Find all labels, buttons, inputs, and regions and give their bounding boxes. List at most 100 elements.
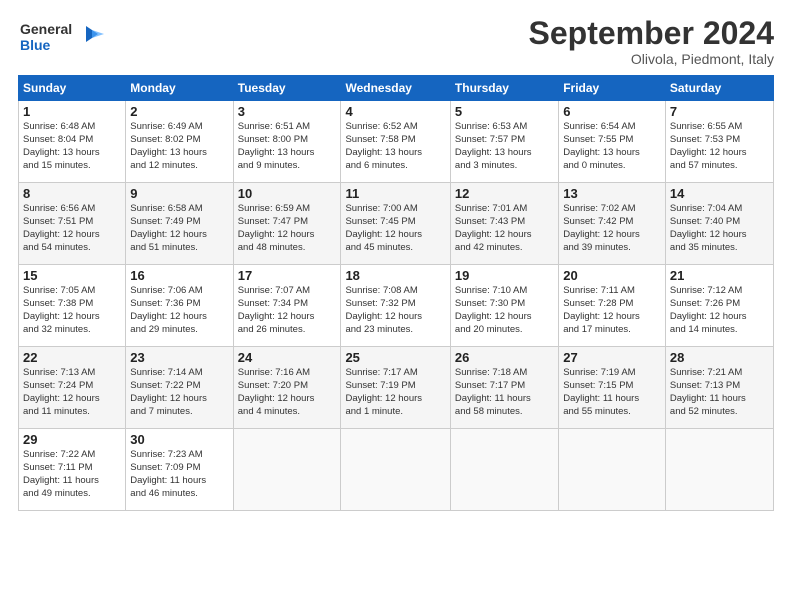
- day-number: 6: [563, 104, 661, 119]
- cell-content: Sunrise: 7:08 AM Sunset: 7:32 PM Dayligh…: [345, 285, 445, 336]
- day-number: 7: [670, 104, 769, 119]
- table-cell: [341, 429, 450, 511]
- table-cell: 1Sunrise: 6:48 AM Sunset: 8:04 PM Daylig…: [19, 101, 126, 183]
- day-number: 29: [23, 432, 121, 447]
- title-block: September 2024 Olivola, Piedmont, Italy: [529, 16, 774, 67]
- cell-content: Sunrise: 6:59 AM Sunset: 7:47 PM Dayligh…: [238, 203, 337, 254]
- table-cell: 4 Sunrise: 6:52 AM Sunset: 7:58 PM Daylig…: [341, 101, 450, 183]
- cell-content: Sunrise: 6:55 AM Sunset: 7:53 PM Dayligh…: [670, 121, 769, 172]
- header-friday: Friday: [559, 76, 666, 101]
- cell-content: Sunrise: 7:06 AM Sunset: 7:36 PM Dayligh…: [130, 285, 228, 336]
- cell-content: Sunrise: 7:22 AM Sunset: 7:11 PM Dayligh…: [23, 449, 121, 500]
- table-cell: 15 Sunrise: 7:05 AM Sunset: 7:38 PM Dayli…: [19, 265, 126, 347]
- cell-content: Sunrise: 7:11 AM Sunset: 7:28 PM Dayligh…: [563, 285, 661, 336]
- day-number: 18: [345, 268, 445, 283]
- table-cell: 7 Sunrise: 6:55 AM Sunset: 7:53 PM Daylig…: [665, 101, 773, 183]
- day-number: 22: [23, 350, 121, 365]
- day-number: 23: [130, 350, 228, 365]
- header-saturday: Saturday: [665, 76, 773, 101]
- logo: General Blue: [18, 16, 108, 58]
- table-row: 15 Sunrise: 7:05 AM Sunset: 7:38 PM Dayli…: [19, 265, 774, 347]
- day-number: 9: [130, 186, 228, 201]
- day-number: 28: [670, 350, 769, 365]
- day-number: 11: [345, 186, 445, 201]
- header-monday: Monday: [126, 76, 233, 101]
- table-cell: [450, 429, 558, 511]
- table-cell: 2 Sunrise: 6:49 AM Sunset: 8:02 PM Daylig…: [126, 101, 233, 183]
- day-number: 26: [455, 350, 554, 365]
- cell-content: Sunrise: 7:21 AM Sunset: 7:13 PM Dayligh…: [670, 367, 769, 418]
- cell-content: Sunrise: 7:05 AM Sunset: 7:38 PM Dayligh…: [23, 285, 121, 336]
- cell-content: Sunrise: 6:49 AM Sunset: 8:02 PM Dayligh…: [130, 121, 228, 172]
- table-cell: 13Sunrise: 7:02 AM Sunset: 7:42 PM Dayli…: [559, 183, 666, 265]
- table-cell: 23 Sunrise: 7:14 AM Sunset: 7:22 PM Dayli…: [126, 347, 233, 429]
- day-number: 14: [670, 186, 769, 201]
- table-cell: 6 Sunrise: 6:54 AM Sunset: 7:55 PM Daylig…: [559, 101, 666, 183]
- day-number: 10: [238, 186, 337, 201]
- table-cell: [665, 429, 773, 511]
- cell-content: Sunrise: 7:14 AM Sunset: 7:22 PM Dayligh…: [130, 367, 228, 418]
- table-cell: 16Sunrise: 7:06 AM Sunset: 7:36 PM Dayli…: [126, 265, 233, 347]
- day-number: 12: [455, 186, 554, 201]
- table-cell: 18 Sunrise: 7:08 AM Sunset: 7:32 PM Dayli…: [341, 265, 450, 347]
- table-cell: 22 Sunrise: 7:13 AM Sunset: 7:24 PM Dayli…: [19, 347, 126, 429]
- day-number: 15: [23, 268, 121, 283]
- day-number: 27: [563, 350, 661, 365]
- table-cell: 8Sunrise: 6:56 AM Sunset: 7:51 PM Daylig…: [19, 183, 126, 265]
- header-sunday: Sunday: [19, 76, 126, 101]
- cell-content: Sunrise: 7:17 AM Sunset: 7:19 PM Dayligh…: [345, 367, 445, 418]
- table-cell: 26 Sunrise: 7:18 AM Sunset: 7:17 PM Dayli…: [450, 347, 558, 429]
- calendar-table: Sunday Monday Tuesday Wednesday Thursday…: [18, 75, 774, 511]
- table-cell: 12 Sunrise: 7:01 AM Sunset: 7:43 PM Dayli…: [450, 183, 558, 265]
- table-cell: 19Sunrise: 7:10 AM Sunset: 7:30 PM Dayli…: [450, 265, 558, 347]
- svg-text:General: General: [20, 21, 72, 37]
- table-cell: [559, 429, 666, 511]
- table-cell: 9 Sunrise: 6:58 AM Sunset: 7:49 PM Daylig…: [126, 183, 233, 265]
- day-number: 19: [455, 268, 554, 283]
- cell-content: Sunrise: 7:01 AM Sunset: 7:43 PM Dayligh…: [455, 203, 554, 254]
- day-number: 20: [563, 268, 661, 283]
- cell-content: Sunrise: 6:58 AM Sunset: 7:49 PM Dayligh…: [130, 203, 228, 254]
- day-number: 17: [238, 268, 337, 283]
- table-cell: 5 Sunrise: 6:53 AM Sunset: 7:57 PM Daylig…: [450, 101, 558, 183]
- table-cell: 17Sunrise: 7:07 AM Sunset: 7:34 PM Dayli…: [233, 265, 341, 347]
- table-cell: 21Sunrise: 7:12 AM Sunset: 7:26 PM Dayli…: [665, 265, 773, 347]
- header-tuesday: Tuesday: [233, 76, 341, 101]
- cell-content: Sunrise: 6:52 AM Sunset: 7:58 PM Dayligh…: [345, 121, 445, 172]
- logo-icon: General Blue: [18, 16, 108, 58]
- day-number: 3: [238, 104, 337, 119]
- cell-content: Sunrise: 7:00 AM Sunset: 7:45 PM Dayligh…: [345, 203, 445, 254]
- month-title: September 2024: [529, 16, 774, 51]
- table-cell: 27 Sunrise: 7:19 AM Sunset: 7:15 PM Dayli…: [559, 347, 666, 429]
- cell-content: Sunrise: 7:13 AM Sunset: 7:24 PM Dayligh…: [23, 367, 121, 418]
- cell-content: Sunrise: 7:19 AM Sunset: 7:15 PM Dayligh…: [563, 367, 661, 418]
- table-cell: 30 Sunrise: 7:23 AM Sunset: 7:09 PM Dayli…: [126, 429, 233, 511]
- cell-content: Sunrise: 7:04 AM Sunset: 7:40 PM Dayligh…: [670, 203, 769, 254]
- cell-content: Sunrise: 7:18 AM Sunset: 7:17 PM Dayligh…: [455, 367, 554, 418]
- cell-content: Sunrise: 7:23 AM Sunset: 7:09 PM Dayligh…: [130, 449, 228, 500]
- day-number: 2: [130, 104, 228, 119]
- cell-content: Sunrise: 6:51 AM Sunset: 8:00 PM Dayligh…: [238, 121, 337, 172]
- cell-content: Sunrise: 7:12 AM Sunset: 7:26 PM Dayligh…: [670, 285, 769, 336]
- header-thursday: Thursday: [450, 76, 558, 101]
- table-cell: 24Sunrise: 7:16 AM Sunset: 7:20 PM Dayli…: [233, 347, 341, 429]
- table-cell: 11 Sunrise: 7:00 AM Sunset: 7:45 PM Dayli…: [341, 183, 450, 265]
- cell-content: Sunrise: 6:53 AM Sunset: 7:57 PM Dayligh…: [455, 121, 554, 172]
- day-number: 8: [23, 186, 121, 201]
- table-cell: [233, 429, 341, 511]
- table-cell: 20 Sunrise: 7:11 AM Sunset: 7:28 PM Dayli…: [559, 265, 666, 347]
- table-cell: 3 Sunrise: 6:51 AM Sunset: 8:00 PM Daylig…: [233, 101, 341, 183]
- cell-content: Sunrise: 6:54 AM Sunset: 7:55 PM Dayligh…: [563, 121, 661, 172]
- header-wednesday: Wednesday: [341, 76, 450, 101]
- table-row: 1Sunrise: 6:48 AM Sunset: 8:04 PM Daylig…: [19, 101, 774, 183]
- day-number: 4: [345, 104, 445, 119]
- location: Olivola, Piedmont, Italy: [529, 51, 774, 67]
- day-number: 5: [455, 104, 554, 119]
- day-number: 24: [238, 350, 337, 365]
- cell-content: Sunrise: 7:02 AM Sunset: 7:42 PM Dayligh…: [563, 203, 661, 254]
- header: General Blue September 2024 Olivola, Pie…: [18, 16, 774, 67]
- day-number: 25: [345, 350, 445, 365]
- table-cell: 10 Sunrise: 6:59 AM Sunset: 7:47 PM Dayli…: [233, 183, 341, 265]
- cell-content: Sunrise: 6:48 AM Sunset: 8:04 PM Dayligh…: [23, 121, 121, 172]
- day-number: 30: [130, 432, 228, 447]
